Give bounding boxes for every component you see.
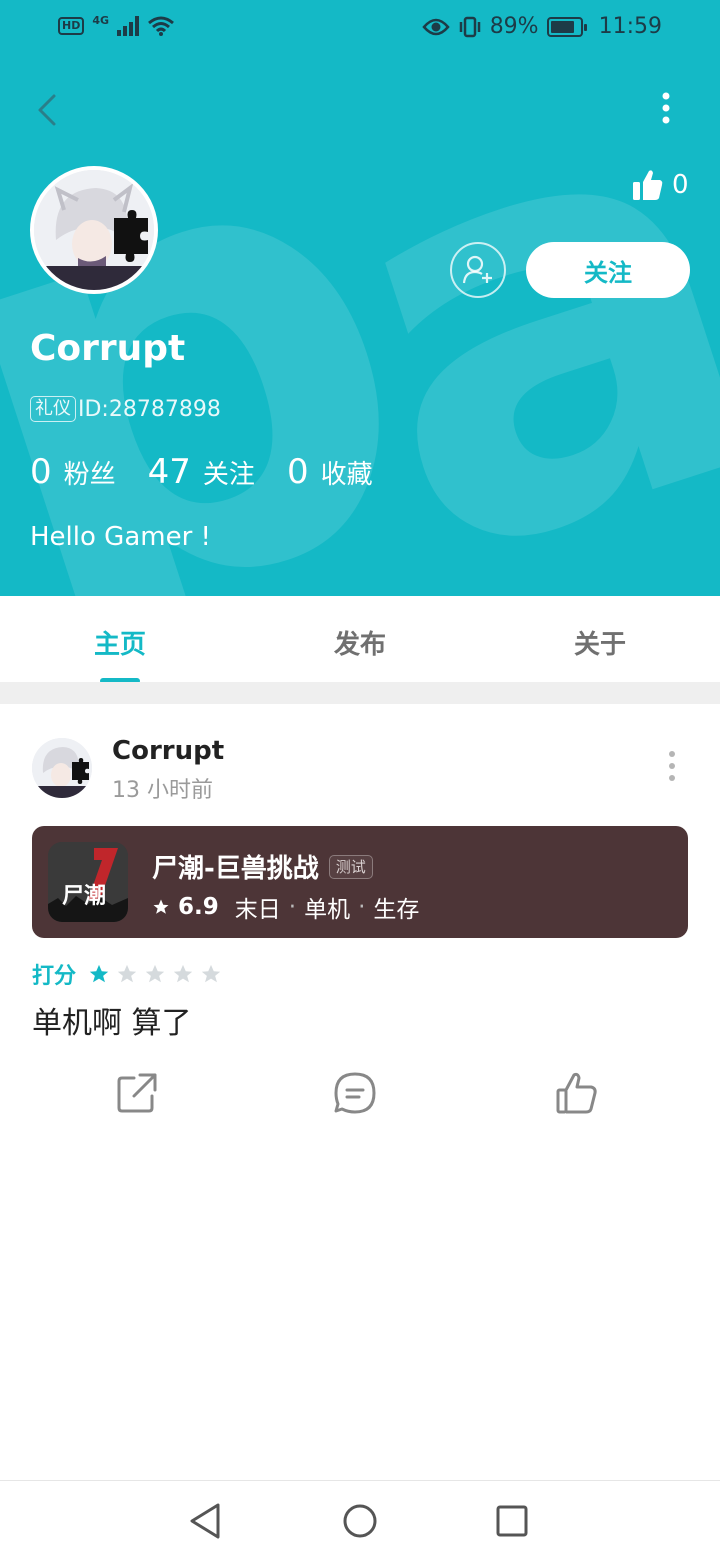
avatar[interactable] bbox=[30, 166, 158, 294]
nav-back-icon[interactable] bbox=[184, 1499, 228, 1543]
system-nav-bar bbox=[0, 1480, 720, 1560]
post-author-name[interactable]: Corrupt bbox=[112, 736, 224, 766]
post-timestamp: 13 小时前 bbox=[112, 778, 213, 803]
tag-separator: · bbox=[358, 894, 366, 920]
stat-label: 关注 bbox=[202, 460, 255, 490]
post-more-icon[interactable] bbox=[660, 748, 684, 784]
avatar-image bbox=[34, 170, 154, 290]
nav-recents-icon[interactable] bbox=[490, 1499, 534, 1543]
star-empty-icon bbox=[173, 964, 193, 983]
thumbs-up-icon bbox=[633, 170, 663, 200]
comment-icon[interactable] bbox=[332, 1070, 378, 1116]
game-tag: 末日 bbox=[234, 897, 281, 923]
game-icon-text: 尸潮 bbox=[62, 884, 107, 909]
clock: 11:59 bbox=[598, 14, 662, 39]
stat-label: 收藏 bbox=[320, 460, 373, 490]
eye-icon bbox=[422, 18, 450, 35]
signal-icon bbox=[117, 15, 140, 36]
game-title-row: 尸潮-巨兽挑战 测试 bbox=[152, 848, 373, 885]
tag-separator: · bbox=[288, 894, 297, 920]
nav-home-icon[interactable] bbox=[338, 1499, 382, 1543]
status-right: 89% 11:59 bbox=[422, 14, 662, 39]
stat-value: 0 bbox=[30, 452, 52, 492]
star-icon bbox=[153, 899, 169, 914]
share-icon[interactable] bbox=[114, 1070, 160, 1116]
profile-bio: Hello Gamer ! bbox=[30, 522, 211, 552]
post-rating: 打分 bbox=[32, 958, 222, 990]
profile-name: Corrupt bbox=[30, 328, 186, 369]
star-empty-icon bbox=[145, 964, 165, 983]
tab-posts[interactable]: 发布 bbox=[240, 596, 480, 682]
back-icon[interactable] bbox=[30, 90, 70, 130]
follow-button[interactable]: 关注 bbox=[526, 242, 690, 298]
person-add-icon bbox=[462, 255, 492, 284]
thumbs-up-icon[interactable] bbox=[554, 1070, 600, 1116]
profile-id-row: 礼仪 ID:28787898 bbox=[30, 396, 221, 422]
profile-stats: 0 粉丝 47 关注 0 收藏 bbox=[30, 452, 405, 492]
stat-following[interactable]: 47 关注 bbox=[148, 452, 255, 492]
profile-header: p a HD 4G 89% 11:59 0 关注 Corrupt 礼仪 ID:2… bbox=[0, 0, 720, 596]
battery-icon bbox=[546, 16, 587, 37]
star-empty-icon bbox=[201, 964, 221, 983]
profile-tag: 礼仪 bbox=[30, 396, 76, 422]
battery-percent: 89% bbox=[489, 14, 539, 39]
stat-fans[interactable]: 0 粉丝 bbox=[30, 452, 116, 492]
hd-icon: HD bbox=[58, 16, 85, 35]
stat-favorites[interactable]: 0 收藏 bbox=[287, 452, 373, 492]
stat-label: 粉丝 bbox=[63, 460, 116, 490]
more-vert-icon[interactable] bbox=[648, 88, 684, 130]
star-empty-icon bbox=[117, 964, 137, 983]
add-friend-button[interactable] bbox=[450, 242, 506, 298]
profile-id: ID:28787898 bbox=[78, 396, 221, 422]
game-icon: 尸潮 bbox=[48, 842, 128, 922]
game-score: 6.9 bbox=[178, 894, 219, 920]
status-left: HD 4G bbox=[58, 14, 175, 37]
status-bar: HD 4G 89% 11:59 bbox=[0, 0, 720, 56]
star-filled-icon bbox=[89, 964, 109, 983]
game-title: 尸潮-巨兽挑战 bbox=[152, 854, 319, 884]
stat-value: 47 bbox=[147, 452, 191, 492]
game-card[interactable]: 尸潮 尸潮-巨兽挑战 测试 6.9 末日 · 单机 · 生存 bbox=[32, 826, 688, 938]
profile-tabs: 主页 发布 关于 bbox=[0, 596, 720, 682]
game-tag: 生存 bbox=[373, 897, 420, 923]
section-divider bbox=[0, 682, 720, 704]
game-tag: 单机 bbox=[304, 897, 351, 923]
like-count: 0 bbox=[672, 170, 689, 200]
stat-value: 0 bbox=[286, 452, 309, 492]
profile-page: p a HD 4G 89% 11:59 0 关注 Corrupt 礼仪 ID:2… bbox=[0, 0, 720, 1560]
network-type: 4G bbox=[92, 14, 110, 27]
post-content: 单机啊 算了 bbox=[32, 1006, 192, 1041]
avatar-image bbox=[32, 738, 92, 798]
rating-label: 打分 bbox=[32, 964, 77, 989]
vibrate-icon bbox=[459, 16, 480, 37]
profile-like[interactable]: 0 bbox=[632, 168, 689, 202]
tab-home[interactable]: 主页 bbox=[0, 596, 240, 682]
game-badge: 测试 bbox=[328, 854, 373, 879]
game-meta: 6.9 末日 · 单机 · 生存 bbox=[152, 890, 419, 924]
post-actions bbox=[0, 1070, 720, 1118]
tab-about[interactable]: 关于 bbox=[480, 596, 720, 682]
post-author-avatar[interactable] bbox=[32, 738, 92, 798]
wifi-icon bbox=[148, 16, 174, 36]
rating-stars bbox=[88, 963, 222, 985]
